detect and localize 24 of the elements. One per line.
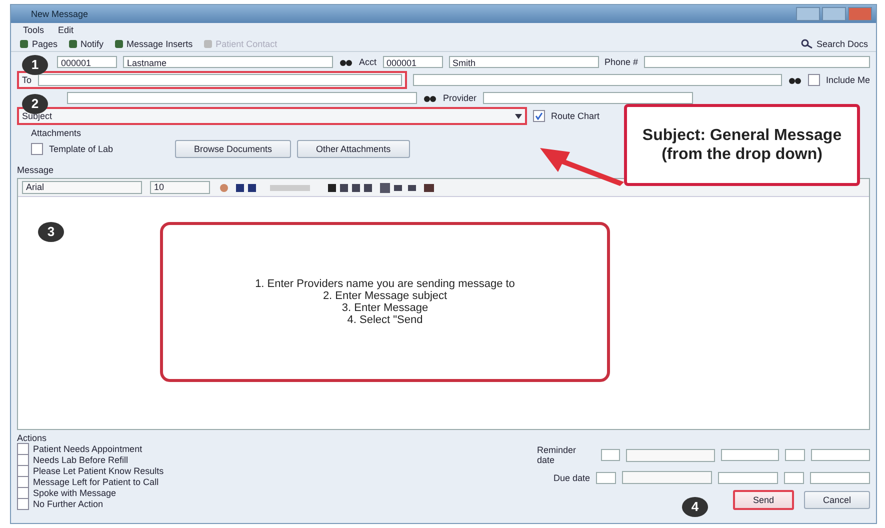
date-label: Reminder date	[537, 445, 578, 465]
actions-label: Actions	[17, 433, 48, 443]
action-label: Please Let Patient Know Results	[33, 466, 164, 476]
account-label: Acct	[359, 57, 377, 67]
phone-label: Phone #	[604, 57, 638, 67]
instruction-line: 3. Enter Message	[342, 302, 428, 314]
provider-label: Provider	[443, 93, 477, 103]
window-title: New Message	[31, 9, 88, 19]
instruction-line: 1. Enter Providers name you are sending message to	[255, 278, 515, 290]
action-label: No Further Action	[33, 498, 104, 508]
instruction-line: 4. Select "Send	[347, 314, 423, 326]
message-label: Message	[17, 165, 54, 175]
to-label: To	[22, 75, 32, 85]
annotation-callout: Subject: General Message (from the drop down)	[624, 104, 860, 186]
route-chart-label: Route Chart	[551, 111, 600, 121]
date-label: Due date	[553, 472, 590, 482]
action-label: Needs Lab Before Refill	[33, 454, 128, 464]
include-me-label: Include Me	[826, 75, 870, 85]
instruction-line: 2. Enter Message subject	[322, 290, 448, 302]
template-label: Template of Lab	[49, 144, 114, 154]
attachments-label: Attachments	[31, 128, 82, 138]
action-label: Patient Needs Appointment	[33, 444, 142, 454]
action-label: Message Left for Patient to Call	[33, 476, 159, 486]
action-label: Spoke with Message	[33, 488, 116, 498]
